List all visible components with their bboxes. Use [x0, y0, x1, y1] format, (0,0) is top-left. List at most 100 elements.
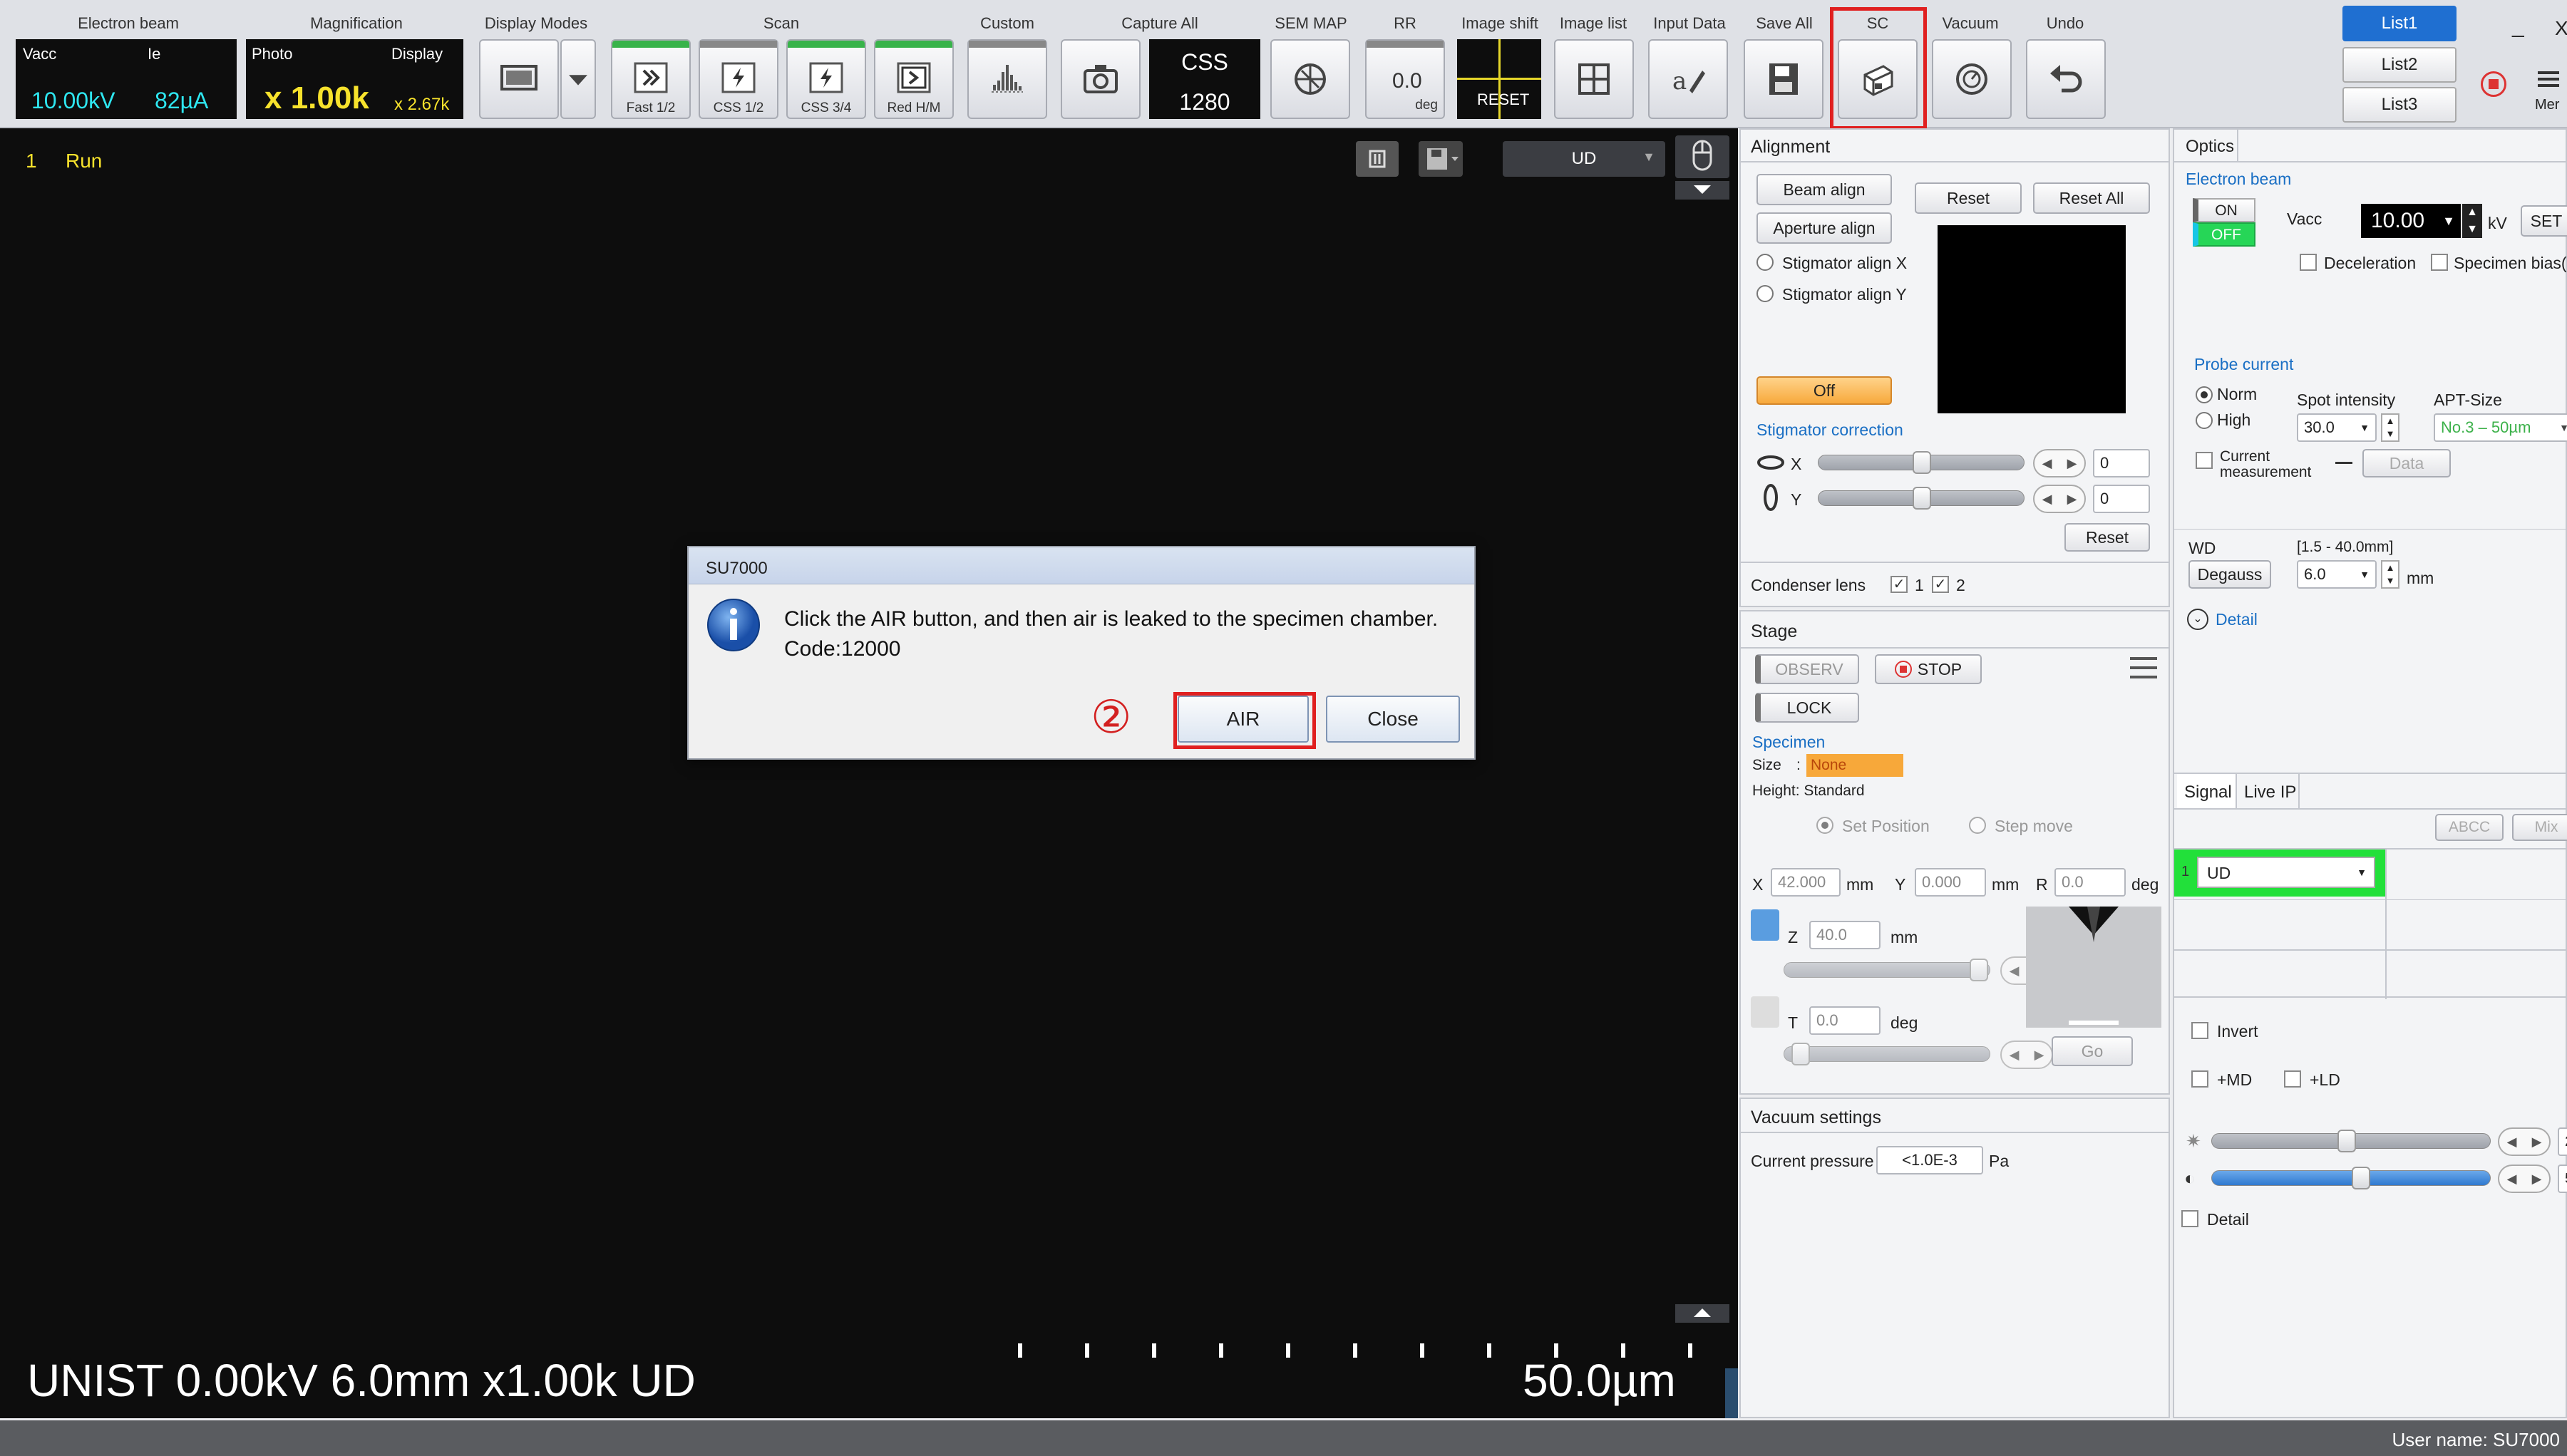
viewer-expand-button[interactable]	[1675, 181, 1729, 200]
stig-y-value[interactable]: 0	[2093, 485, 2150, 513]
viewer-collapse-button[interactable]	[1675, 1304, 1729, 1323]
magnification-readout[interactable]: Photo Display x 1.00k x 2.67k	[246, 39, 463, 119]
image-shift-pad[interactable]: RESET	[1457, 39, 1541, 119]
scan-fast-button[interactable]: Fast 1/2	[611, 39, 691, 119]
apt-size-select[interactable]: No.3 – 50µm ▼	[2434, 413, 2567, 442]
minimize-button[interactable]: _	[2512, 14, 2524, 38]
image-list-button[interactable]	[1554, 39, 1634, 119]
input-data-button[interactable]: a	[1648, 39, 1728, 119]
stig-y-stepper[interactable]: ◀ ▶	[2033, 485, 2086, 513]
close-button[interactable]: Close	[1326, 696, 1460, 743]
image-viewer[interactable]: 1 Run UD ▼ UNIST 0.00kV 6.0mm x1.00k UD …	[0, 128, 1738, 1418]
stig-reset-button[interactable]: Reset	[2064, 523, 2150, 552]
wd-field[interactable]: 6.0 ▼	[2297, 560, 2377, 589]
brightness-value[interactable]: 2.2	[2558, 1127, 2567, 1156]
image-shift-reset[interactable]: RESET	[1477, 91, 1529, 109]
optics-vacc-select[interactable]: 10.00 ▼	[2361, 204, 2461, 238]
stig-x-stepper[interactable]: ◀ ▶	[2033, 449, 2086, 477]
abcc-button[interactable]: ABCC	[2435, 814, 2504, 841]
ld-checkbox[interactable]	[2284, 1070, 2301, 1088]
current-measurement-checkbox[interactable]	[2196, 452, 2213, 469]
live-ip-tab[interactable]: Live IP	[2238, 774, 2300, 808]
spot-intensity-field[interactable]: 30.0 ▼	[2297, 413, 2377, 442]
stage-t-slider[interactable]	[1784, 1043, 1990, 1065]
t-axis-icon[interactable]	[1751, 996, 1779, 1028]
wd-spinner[interactable]: ▲ ▼	[2381, 560, 2399, 589]
undo-button[interactable]	[2026, 39, 2106, 119]
scan-red-button[interactable]: Red H/M	[874, 39, 954, 119]
degauss-button[interactable]: Degauss	[2188, 560, 2271, 589]
z-axis-icon[interactable]	[1751, 909, 1779, 941]
invert-checkbox[interactable]	[2191, 1022, 2208, 1039]
optics-vacc-spinner[interactable]: ▲ ▼	[2462, 204, 2482, 238]
observ-button[interactable]: OBSERV	[1755, 654, 1859, 684]
detail-expand-icon[interactable]: ⌄	[2187, 609, 2208, 630]
stage-t-field[interactable]: 0.0	[1809, 1006, 1881, 1035]
stage-go-button[interactable]: Go	[2052, 1036, 2133, 1066]
stig-x-radio[interactable]	[1756, 254, 1774, 271]
mix-button[interactable]: Mix	[2512, 814, 2567, 841]
viewer-save-button[interactable]	[1419, 141, 1463, 177]
scan-css34-button[interactable]: CSS 3/4	[786, 39, 866, 119]
display-mode-button[interactable]	[479, 39, 559, 119]
custom-button[interactable]	[967, 39, 1047, 119]
specimen-bias-checkbox[interactable]	[2431, 254, 2448, 271]
stig-y-radio[interactable]	[1756, 285, 1774, 302]
beam-on-button[interactable]: ON	[2193, 198, 2255, 222]
current-data-button[interactable]: Data	[2362, 449, 2451, 477]
spot-intensity-spinner[interactable]: ▲ ▼	[2381, 413, 2399, 442]
menu-icon[interactable]	[2538, 71, 2559, 87]
stig-x-slider[interactable]	[1818, 451, 2025, 474]
stage-y-field[interactable]: 0.000	[1915, 868, 1986, 897]
mouse-mode-button[interactable]	[1675, 135, 1729, 178]
beam-align-button[interactable]: Beam align	[1756, 174, 1892, 205]
stage-x-field[interactable]: 42.000	[1771, 868, 1841, 897]
freeze-button[interactable]	[1356, 141, 1399, 177]
deceleration-checkbox[interactable]	[2300, 254, 2317, 271]
brightness-slider[interactable]	[2211, 1130, 2491, 1152]
alignment-preview[interactable]	[1938, 225, 2126, 413]
lock-button[interactable]: LOCK	[1755, 693, 1859, 723]
norm-radio[interactable]	[2196, 386, 2213, 403]
optics-set-button[interactable]: SET	[2521, 205, 2567, 237]
electron-beam-readout[interactable]: Vacc Ie 10.00kV 82µA	[16, 39, 237, 119]
close-window-button[interactable]: X	[2555, 17, 2567, 40]
channel-signal-select[interactable]: UD ▼	[2197, 857, 2375, 888]
contrast-slider[interactable]	[2211, 1167, 2491, 1189]
stage-r-field[interactable]: 0.0	[2054, 868, 2126, 897]
stage-t-stepper[interactable]: ◀ ▶	[2000, 1041, 2053, 1069]
stig-x-value[interactable]: 0	[2093, 449, 2150, 477]
stage-stop-button[interactable]: STOP	[1875, 654, 1982, 684]
alignment-reset-all-button[interactable]: Reset All	[2033, 182, 2150, 214]
channel-1-cell[interactable]: 1 UD ▼	[2174, 850, 2385, 897]
md-checkbox[interactable]	[2191, 1070, 2208, 1088]
scan-css12-button[interactable]: CSS 1/2	[699, 39, 778, 119]
aperture-align-button[interactable]: Aperture align	[1756, 212, 1892, 244]
list3-button[interactable]: List3	[2342, 87, 2457, 123]
beam-off-button[interactable]: OFF	[2193, 222, 2255, 247]
brightness-stepper[interactable]: ◀ ▶	[2498, 1127, 2551, 1156]
set-position-radio[interactable]	[1816, 817, 1833, 834]
display-mode-dropdown[interactable]	[560, 39, 596, 119]
stage-z-field[interactable]: 40.0	[1809, 921, 1881, 949]
alignment-reset-button[interactable]: Reset	[1915, 182, 2022, 214]
alignment-off-button[interactable]: Off	[1756, 376, 1892, 405]
stop-record-icon[interactable]	[2481, 71, 2506, 97]
contrast-value[interactable]: 57.8	[2558, 1165, 2567, 1193]
high-radio[interactable]	[2196, 412, 2213, 429]
stage-menu-icon[interactable]	[2130, 657, 2157, 678]
capture-button[interactable]	[1061, 39, 1141, 119]
contrast-stepper[interactable]: ◀ ▶	[2498, 1165, 2551, 1193]
condenser-1-checkbox[interactable]: ✓	[1890, 576, 1908, 593]
sem-map-button[interactable]	[1270, 39, 1350, 119]
signal-tab[interactable]: Signal	[2177, 774, 2237, 808]
signal-detail-checkbox[interactable]	[2181, 1210, 2198, 1227]
condenser-2-checkbox[interactable]: ✓	[1932, 576, 1949, 593]
viewer-signal-select[interactable]: UD ▼	[1503, 141, 1665, 177]
save-all-button[interactable]	[1744, 39, 1823, 119]
vacuum-button[interactable]	[1932, 39, 2012, 119]
optics-detail-link[interactable]: Detail	[2216, 610, 2258, 629]
stig-y-slider[interactable]	[1818, 487, 2025, 510]
capture-mode-readout[interactable]: CSS 1280	[1149, 39, 1260, 119]
optics-tab[interactable]: Optics	[2177, 130, 2238, 161]
